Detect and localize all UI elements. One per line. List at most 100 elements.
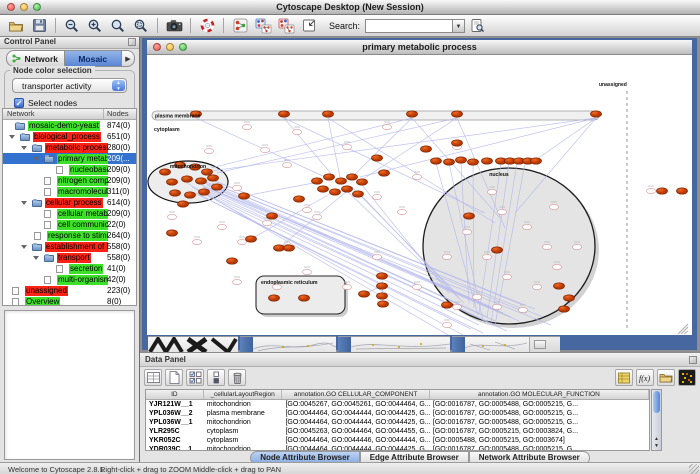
zoom-fit-content-icon[interactable] xyxy=(130,16,152,35)
minimize-window-icon[interactable] xyxy=(20,3,28,11)
node[interactable] xyxy=(453,304,462,309)
canvas-resize-grip-icon[interactable] xyxy=(684,331,688,334)
node[interactable] xyxy=(185,192,196,198)
tree-row-nucleobase[interactable]: nucleobase-...209(0) xyxy=(3,164,136,175)
node[interactable] xyxy=(342,186,353,192)
table-row[interactable]: YJR121W__1mitochondrion[GO:0045267, GO:0… xyxy=(146,400,649,409)
background-window-fragment[interactable] xyxy=(148,336,238,353)
node[interactable] xyxy=(553,264,562,269)
tree-row-establishment-of-lo[interactable]: establishment of lo558(0) xyxy=(3,241,136,252)
node[interactable] xyxy=(293,129,302,134)
node[interactable] xyxy=(383,124,392,129)
fragment-button[interactable] xyxy=(534,340,546,349)
node[interactable] xyxy=(442,302,453,308)
tree-row-multi-organism-pro[interactable]: multi-organism pro42(0) xyxy=(3,274,136,285)
tree-row-cellular-metabol[interactable]: cellular metabol209(0) xyxy=(3,208,136,219)
delete-attribute-icon[interactable] xyxy=(228,369,246,386)
node[interactable] xyxy=(372,155,383,161)
expand-triangle-icon[interactable] xyxy=(21,201,27,205)
node[interactable] xyxy=(243,124,252,129)
scrollbar-thumb[interactable] xyxy=(653,391,660,413)
create-new-attribute-icon[interactable] xyxy=(165,369,183,386)
node[interactable] xyxy=(564,295,575,301)
expand-triangle-icon[interactable] xyxy=(33,157,39,161)
advanced-search-icon[interactable] xyxy=(466,16,488,35)
tree-row-macromolecule[interactable]: macromolecule311(0) xyxy=(3,186,136,197)
edge[interactable] xyxy=(360,118,596,177)
node[interactable] xyxy=(482,158,493,164)
search-input[interactable] xyxy=(365,19,452,33)
tree-row-mosaic-demo-yeast[interactable]: mosaic-demo-yeast874(0) xyxy=(3,120,136,131)
birds-eye-view-panel[interactable] xyxy=(4,310,135,460)
tree-row-primary-metabo[interactable]: primary metabo209(... xyxy=(3,153,136,164)
node[interactable] xyxy=(312,178,323,184)
window-controls[interactable] xyxy=(7,3,41,11)
expand-triangle-icon[interactable] xyxy=(21,245,27,249)
node[interactable] xyxy=(347,174,358,180)
scroll-arrows-icon[interactable]: ▲▼ xyxy=(652,436,661,450)
node[interactable] xyxy=(218,224,227,229)
search-dropdown-icon[interactable]: ▼ xyxy=(452,19,465,33)
node[interactable] xyxy=(263,220,272,225)
edge[interactable] xyxy=(217,118,457,173)
node[interactable] xyxy=(443,322,452,327)
tree-row-secretion[interactable]: secretion41(0) xyxy=(3,263,136,274)
tree-row-biological-process[interactable]: biological_process651(0) xyxy=(3,131,136,142)
node[interactable] xyxy=(196,178,207,184)
node[interactable] xyxy=(373,254,382,259)
node[interactable] xyxy=(313,214,322,219)
minimize-view-icon[interactable] xyxy=(166,43,174,51)
node[interactable] xyxy=(233,185,242,190)
edge[interactable] xyxy=(211,118,412,168)
node[interactable] xyxy=(398,209,407,214)
expand-triangle-icon[interactable] xyxy=(33,256,39,260)
node[interactable] xyxy=(205,148,214,153)
node[interactable] xyxy=(443,254,452,259)
export-snapshot-camera-icon[interactable] xyxy=(163,16,185,35)
node[interactable] xyxy=(233,279,242,284)
formula-builder-icon[interactable]: f(x) xyxy=(636,369,654,386)
node[interactable] xyxy=(378,301,389,307)
node[interactable] xyxy=(379,170,390,176)
node[interactable] xyxy=(336,178,347,184)
create-network-from-selected-nodes-all-edges-icon[interactable] xyxy=(252,16,274,35)
node[interactable] xyxy=(239,193,250,199)
node[interactable] xyxy=(533,284,542,289)
close-view-icon[interactable] xyxy=(153,43,161,51)
node[interactable] xyxy=(573,244,582,249)
node[interactable] xyxy=(421,146,432,152)
close-window-icon[interactable] xyxy=(7,3,15,11)
node[interactable] xyxy=(473,294,482,299)
node[interactable] xyxy=(431,158,442,164)
attribute-selector-icon[interactable] xyxy=(144,369,162,386)
column-header-id[interactable]: ID xyxy=(146,390,204,399)
column-header-annotation-go-molecular-function[interactable]: annotation.GO MOLECULAR_FUNCTION xyxy=(430,390,649,399)
node[interactable] xyxy=(178,201,189,207)
tree-row-cell-communicat[interactable]: cell communicat22(0) xyxy=(3,219,136,230)
zoom-out-icon[interactable] xyxy=(61,16,83,35)
node[interactable] xyxy=(677,188,688,194)
attribute-matrix-icon[interactable] xyxy=(678,369,696,386)
node[interactable] xyxy=(227,258,238,264)
node[interactable] xyxy=(407,111,418,117)
node[interactable] xyxy=(468,159,479,165)
table-row[interactable]: YPL036W__1mitochondrion[GO:0044464, GO:0… xyxy=(146,418,649,427)
column-header-cellularlayoutregion[interactable]: _cellularLayoutRegion xyxy=(204,390,283,399)
node[interactable] xyxy=(444,159,455,165)
node-color-dropdown[interactable]: transporter activity ▲▼ xyxy=(12,78,127,93)
node[interactable] xyxy=(657,188,668,194)
open-folder-icon[interactable] xyxy=(5,16,27,35)
node[interactable] xyxy=(323,111,334,117)
node[interactable] xyxy=(413,174,422,179)
tree-row-nitrogen-compo[interactable]: nitrogen compo209(0) xyxy=(3,175,136,186)
annotation-icon[interactable] xyxy=(298,16,320,35)
node[interactable] xyxy=(274,245,285,251)
node[interactable] xyxy=(377,273,388,279)
zoom-in-icon[interactable] xyxy=(84,16,106,35)
node[interactable] xyxy=(353,191,364,197)
create-network-from-selected-nodes-selected-edges-icon[interactable] xyxy=(275,16,297,35)
table-row[interactable]: YLR295Ccytoplasm[GO:0045263, GO:0044464,… xyxy=(146,427,649,436)
node[interactable] xyxy=(377,283,388,289)
node[interactable] xyxy=(543,244,552,249)
node[interactable] xyxy=(208,175,219,181)
